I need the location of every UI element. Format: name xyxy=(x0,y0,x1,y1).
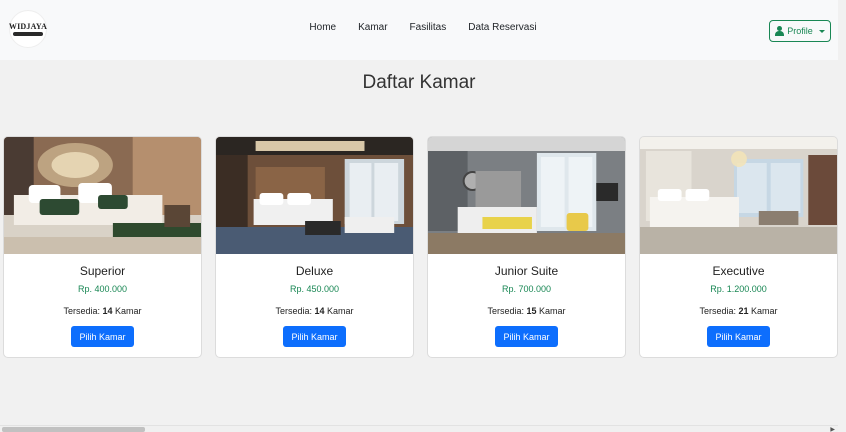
horizontal-scrollbar[interactable]: ▶ xyxy=(0,425,838,432)
room-price: Rp. 1.200.000 xyxy=(710,284,767,294)
pick-room-button-executive[interactable]: Pilih Kamar xyxy=(707,326,770,347)
page-title: Daftar Kamar xyxy=(362,72,476,93)
room-availability: Tersedia: 14 Kamar xyxy=(216,306,413,316)
profile-label: Profile xyxy=(787,26,813,36)
room-price: Rp. 450.000 xyxy=(289,284,340,294)
availability-unit: Kamar xyxy=(751,306,778,316)
room-image-junior-suite xyxy=(428,137,625,254)
availability-count: 21 xyxy=(738,306,749,316)
availability-count: 14 xyxy=(102,306,113,316)
room-image-executive xyxy=(640,137,837,254)
nav-link-kamar[interactable]: Kamar xyxy=(358,22,387,33)
nav-links: Home Kamar Fasilitas Data Reservasi xyxy=(0,22,838,33)
availability-unit: Kamar xyxy=(539,306,566,316)
room-availability: Tersedia: 15 Kamar xyxy=(428,306,625,316)
pick-room-button-deluxe[interactable]: Pilih Kamar xyxy=(283,326,346,347)
room-image-deluxe xyxy=(216,137,413,254)
room-availability: Tersedia: 21 Kamar xyxy=(640,306,837,316)
room-image-superior xyxy=(4,137,201,254)
nav-link-fasilitas[interactable]: Fasilitas xyxy=(410,22,447,33)
room-card-executive: Executive Rp. 1.200.000 Tersedia: 21 Kam… xyxy=(639,136,838,358)
pick-room-button-superior[interactable]: Pilih Kamar xyxy=(71,326,134,347)
availability-unit: Kamar xyxy=(115,306,142,316)
availability-label: Tersedia: xyxy=(275,306,312,316)
room-name: Junior Suite xyxy=(494,264,559,278)
navbar: WIDJAYA Home Kamar Fasilitas Data Reserv… xyxy=(0,0,838,60)
profile-dropdown-button[interactable]: Profile xyxy=(769,20,831,42)
availability-count: 15 xyxy=(526,306,537,316)
availability-label: Tersedia: xyxy=(699,306,736,316)
pick-room-button-junior-suite[interactable]: Pilih Kamar xyxy=(495,326,558,347)
room-name: Executive xyxy=(712,264,765,278)
room-name: Deluxe xyxy=(295,264,334,278)
room-availability: Tersedia: 14 Kamar xyxy=(4,306,201,316)
room-card-junior-suite: Junior Suite Rp. 700.000 Tersedia: 15 Ka… xyxy=(427,136,626,358)
room-price: Rp. 400.000 xyxy=(77,284,128,294)
room-price: Rp. 700.000 xyxy=(501,284,552,294)
availability-label: Tersedia: xyxy=(487,306,524,316)
caret-down-icon xyxy=(818,29,825,33)
availability-unit: Kamar xyxy=(327,306,354,316)
room-card-deluxe: Deluxe Rp. 450.000 Tersedia: 14 Kamar Pi… xyxy=(215,136,414,358)
availability-label: Tersedia: xyxy=(63,306,100,316)
availability-count: 14 xyxy=(314,306,325,316)
scroll-right-arrow-icon[interactable]: ▶ xyxy=(830,426,835,432)
room-name: Superior xyxy=(79,264,126,278)
person-icon xyxy=(775,26,785,36)
nav-link-data-reservasi[interactable]: Data Reservasi xyxy=(468,22,536,33)
nav-link-home[interactable]: Home xyxy=(309,22,336,33)
scrollbar-thumb[interactable] xyxy=(2,427,145,432)
room-card-superior: Superior Rp. 400.000 Tersedia: 14 Kamar … xyxy=(3,136,202,358)
